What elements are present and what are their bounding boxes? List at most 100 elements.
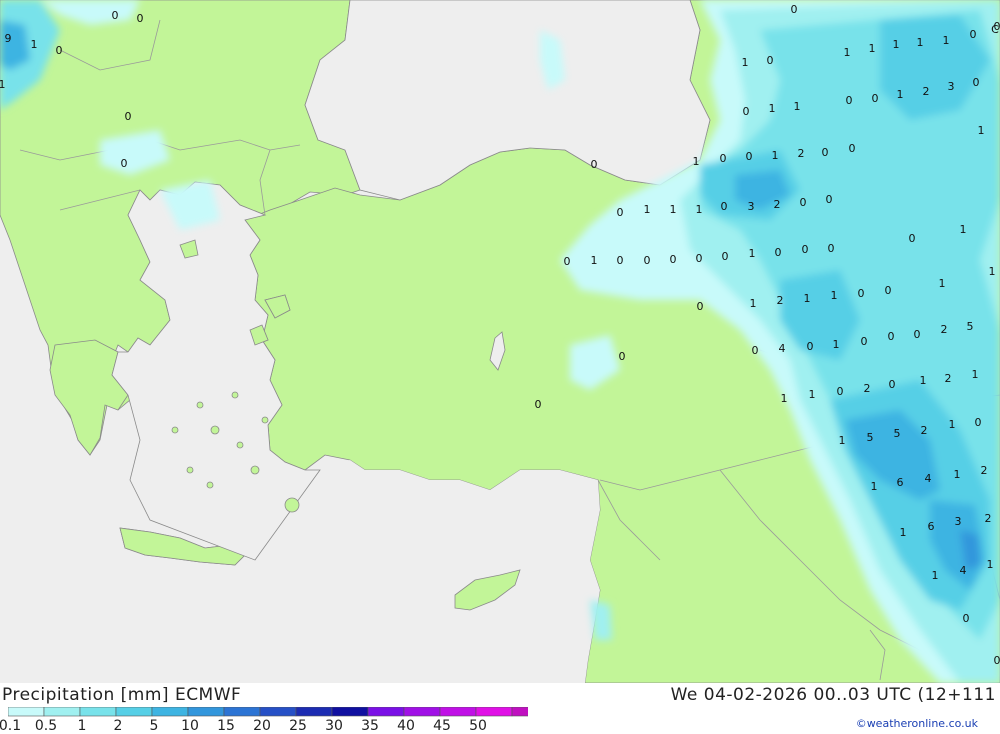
precip-value-label: 1 (920, 374, 927, 387)
precip-value-label: 0 (802, 243, 809, 256)
precip-value-label: 0 (828, 242, 835, 255)
precip-value-label: 6 (928, 520, 935, 533)
precip-value-label: 1 (781, 392, 788, 405)
precip-value-label: 0 (137, 12, 144, 25)
precip-value-label: 0 (807, 340, 814, 353)
legend-swatch (44, 707, 80, 716)
precip-value-label: 2 (981, 464, 988, 477)
precip-value-label: 1 (893, 38, 900, 51)
precip-value-label: 0 (746, 150, 753, 163)
island (262, 417, 268, 423)
precip-value-label: 0 (775, 246, 782, 259)
precip-value-label: 0 (670, 253, 677, 266)
precip-value-label: 0 (858, 287, 865, 300)
precip-value-label: 0 (767, 54, 774, 67)
credit-text: ©weatheronline.co.uk (856, 717, 978, 730)
island (232, 392, 238, 398)
legend-tick-label: 35 (361, 718, 379, 734)
precip-value-label: 4 (779, 342, 786, 355)
legend-swatch (188, 707, 224, 716)
precip-value-label: 0 (889, 378, 896, 391)
precip-value-label: 0 (720, 152, 727, 165)
legend-tick-label: 25 (289, 718, 307, 734)
precip-value-label: 0 (752, 344, 759, 357)
precip-value-label: 0 (697, 300, 704, 313)
precip-value-label: 0 (846, 94, 853, 107)
precip-value-label: 1 (844, 46, 851, 59)
precip-value-label: 0 (617, 206, 624, 219)
precip-value-label: 0 (888, 330, 895, 343)
eastern-mediterranean (255, 460, 600, 683)
precip-value-label: 0 (644, 254, 651, 267)
precip-value-label: 1 (917, 36, 924, 49)
precip-value-label: 1 (839, 434, 846, 447)
legend-tick-label: 2 (114, 718, 123, 734)
island (172, 427, 178, 433)
island (187, 467, 193, 473)
precip-value-label: 1 (0, 78, 6, 91)
precip-value-label: 0 (591, 158, 598, 171)
precip-value-label: 0 (872, 92, 879, 105)
precip-value-label: 0 (970, 28, 977, 41)
precip-value-label: 4 (925, 472, 932, 485)
precip-value-label: 1 (794, 100, 801, 113)
island (211, 426, 219, 434)
precip-value-label: 2 (798, 147, 805, 160)
precip-value-label: 1 (772, 149, 779, 162)
precip-value-label: 0 (112, 9, 119, 22)
precip-value-label: C (991, 23, 999, 36)
legend-swatch (368, 707, 404, 716)
precip-value-label: 1 (31, 38, 38, 51)
precip-value-label: 5 (894, 427, 901, 440)
map-title: Precipitation [mm] ECMWF (2, 685, 241, 705)
precip-value-label: 0 (722, 250, 729, 263)
precip-value-label: 1 (591, 254, 598, 267)
precipitation-map: 9101000001011111000123010110100120001110… (0, 0, 1000, 683)
precip-value-label: 1 (869, 42, 876, 55)
legend-swatch (512, 707, 528, 716)
precip-value-label: 1 (742, 56, 749, 69)
legend-swatch (224, 707, 260, 716)
legend-swatch (476, 707, 512, 716)
legend-tick-label: 30 (325, 718, 343, 734)
precip-value-label: 2 (985, 512, 992, 525)
precip-value-label: 3 (948, 80, 955, 93)
precip-value-label: 1 (900, 526, 907, 539)
precip-value-label: 1 (696, 203, 703, 216)
precip-value-label: 6 (897, 476, 904, 489)
precip-value-label: 0 (885, 284, 892, 297)
precip-value-label: 2 (864, 382, 871, 395)
legend-swatch (332, 707, 368, 716)
precip-value-label: 0 (909, 232, 916, 245)
precip-value-label: 1 (939, 277, 946, 290)
legend-tick-label: 20 (253, 718, 271, 734)
precip-value-label: 4 (960, 564, 967, 577)
precip-value-label: 0 (617, 254, 624, 267)
legend-swatch (152, 707, 188, 716)
precip-value-label: 1 (978, 124, 985, 137)
precip-value-label: 0 (791, 3, 798, 16)
map-footer: Precipitation [mm] ECMWF We 04-02-2026 0… (0, 683, 1000, 733)
precip-value-label: 0 (973, 76, 980, 89)
precip-value-label: 0 (994, 654, 1000, 667)
legend-swatch (8, 707, 44, 716)
precip-value-label: 1 (989, 265, 996, 278)
precip-value-label: 0 (564, 255, 571, 268)
precip-value-label: 0 (963, 612, 970, 625)
precip-value-label: 3 (955, 515, 962, 528)
precip-value-label: 1 (804, 292, 811, 305)
island (207, 482, 213, 488)
precip-value-label: 1 (949, 418, 956, 431)
precip-value-label: 0 (721, 200, 728, 213)
legend-tick-label: 5 (150, 718, 159, 734)
precip-value-label: 0 (125, 110, 132, 123)
island (285, 498, 299, 512)
precip-value-label: 2 (941, 323, 948, 336)
precip-value-label: 0 (619, 350, 626, 363)
legend-swatch (260, 707, 296, 716)
precip-value-label: 1 (932, 569, 939, 582)
legend-tick-label: 0.1 (0, 718, 21, 734)
precip-value-label: 1 (943, 34, 950, 47)
precipitation-legend: 0.10.5125101520253035404550 (8, 707, 528, 733)
precip-value-label: 0 (822, 146, 829, 159)
